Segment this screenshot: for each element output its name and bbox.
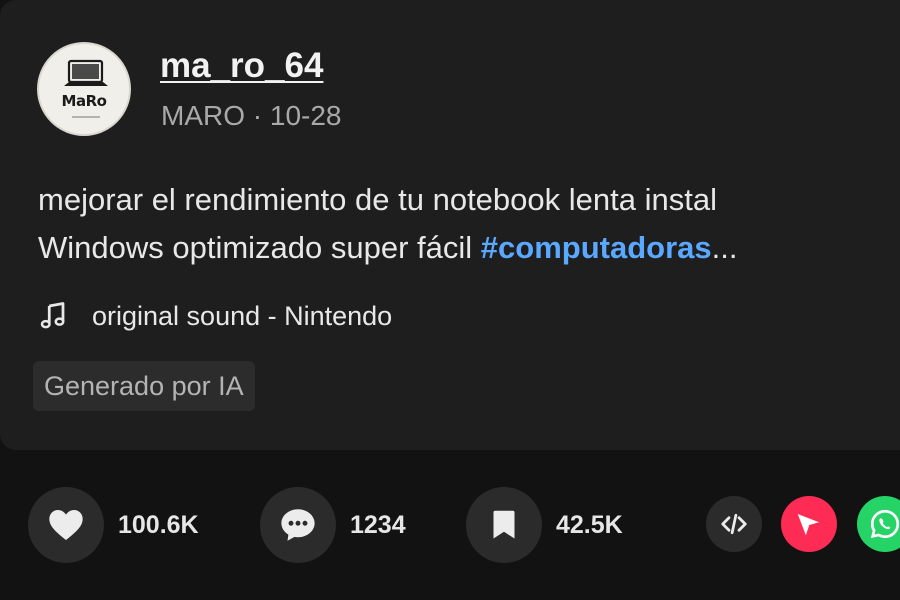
save-icon-wrapper[interactable] [466, 487, 542, 563]
description-line-1: mejorar el rendimiento de tu notebook le… [38, 182, 717, 217]
author-username[interactable]: ma_ro_64 [160, 46, 323, 86]
heart-icon [49, 510, 83, 540]
send-button[interactable] [781, 496, 837, 552]
embed-code-icon [721, 513, 747, 535]
comment-icon-wrapper[interactable] [260, 487, 336, 563]
sound-link[interactable]: original sound - Nintendo [38, 296, 392, 336]
description-text: Windows optimizado super fácil [38, 230, 481, 265]
embed-button[interactable] [706, 496, 762, 552]
description-ellipsis: ... [711, 230, 738, 265]
bookmark-icon [493, 510, 515, 539]
author-meta: MARO · 10-28 [161, 100, 342, 132]
ai-generated-badge: Generado por IA [33, 361, 255, 411]
comment-button[interactable]: 1234 [260, 487, 406, 563]
laptop-icon [64, 59, 108, 118]
author-display-name: MARO [161, 100, 245, 131]
like-count: 100.6K [118, 510, 199, 539]
post-date: 10-28 [269, 100, 342, 131]
description-line-2: Windows optimizado super fácil #computad… [38, 224, 900, 272]
post-description: mejorar el rendimiento de tu notebook le… [38, 176, 900, 272]
like-button[interactable]: 100.6K [28, 487, 199, 563]
avatar[interactable]: MaRo [37, 42, 131, 136]
like-icon-wrapper[interactable] [28, 487, 104, 563]
comment-count: 1234 [350, 510, 406, 539]
music-note-icon [40, 302, 65, 329]
save-button[interactable]: 42.5K [466, 487, 623, 563]
avatar-logo-text: MaRo [61, 92, 107, 110]
hashtag-link[interactable]: #computadoras [481, 230, 712, 265]
meta-separator: · [252, 100, 263, 131]
page: MaRo ma_ro_64 MARO · 10-28 mejorar el re… [0, 0, 900, 600]
whatsapp-button[interactable] [857, 496, 900, 552]
save-count: 42.5K [556, 510, 623, 539]
whatsapp-icon [870, 509, 900, 539]
sound-name: original sound - Nintendo [92, 300, 393, 331]
post-info-card: MaRo ma_ro_64 MARO · 10-28 mejorar el re… [0, 0, 900, 450]
send-icon [797, 514, 821, 536]
comment-icon [281, 509, 315, 541]
